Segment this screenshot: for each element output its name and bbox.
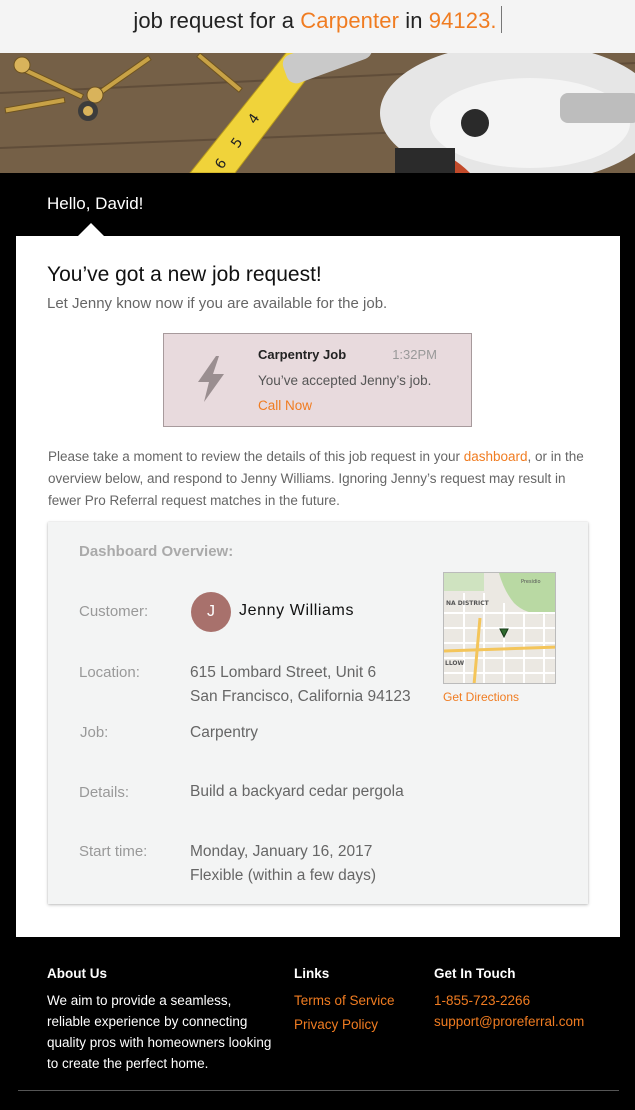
map-label-presidio: Presidio	[521, 579, 541, 585]
overview-title: Dashboard Overview:	[79, 543, 234, 560]
terms-of-service-link[interactable]: Terms of Service	[294, 990, 395, 1011]
email-link[interactable]: support@proreferral.com	[434, 1011, 584, 1032]
map-label-llow: LLOW	[445, 660, 465, 667]
avatar: J	[191, 592, 231, 632]
about-heading: About Us	[47, 966, 107, 981]
headline-prefix: job request for a	[133, 8, 301, 33]
get-directions-link[interactable]: Get Directions	[443, 690, 519, 704]
headline-zip: 94123.	[428, 8, 497, 33]
email-header: job request for a Carpenter in 94123.	[0, 0, 635, 53]
location-line-2: San Francisco, California 94123	[190, 688, 411, 705]
hero-tools-image: 4 5 6	[0, 53, 635, 173]
call-now-link[interactable]: Call Now	[258, 398, 312, 413]
details-value: Build a backyard cedar pergola	[190, 783, 404, 800]
footer-about: About Us We aim to provide a seamless, r…	[47, 966, 277, 1074]
greeting-pointer	[78, 223, 104, 236]
job-notification: Carpentry Job 1:32PM You’ve accepted Jen…	[163, 333, 472, 427]
greeting: Hello, David!	[47, 194, 144, 213]
text-cursor	[500, 6, 502, 33]
footer-links: Links Terms of Service Privacy Policy	[294, 966, 395, 1038]
card-subtitle: Let Jenny know now if you are available …	[47, 295, 388, 312]
privacy-policy-link[interactable]: Privacy Policy	[294, 1014, 395, 1035]
headline-trade: Carpenter	[300, 8, 399, 33]
review-paragraph: Please take a moment to review the detai…	[48, 446, 593, 512]
start-time-line-2: Flexible (within a few days)	[190, 867, 377, 884]
links-heading: Links	[294, 966, 330, 981]
card-title: You’ve got a new job request!	[47, 263, 322, 286]
location-label: Location:	[79, 664, 140, 681]
notification-job-title: Carpentry Job	[258, 347, 347, 362]
paragraph-text-start: Please take a moment to review the detai…	[48, 449, 464, 464]
lightning-bolt-icon	[192, 354, 232, 409]
customer-label: Customer:	[79, 603, 149, 620]
notification-time: 1:32PM	[392, 347, 437, 362]
headline-mid: in	[399, 8, 429, 33]
start-time-label: Start time:	[79, 843, 148, 860]
map-label-district: NA DISTRICT	[446, 600, 490, 607]
notification-message: You’ve accepted Jenny’s job.	[258, 373, 432, 388]
phone-link[interactable]: 1-855-723-2266	[434, 990, 584, 1011]
customer-name: Jenny Williams	[239, 602, 355, 619]
dashboard-overview: Dashboard Overview: Customer: J Jenny Wi…	[48, 522, 588, 904]
location-map[interactable]: Presidio NA DISTRICT LLOW	[443, 572, 556, 684]
start-time-line-1: Monday, January 16, 2017	[190, 843, 373, 860]
job-request-card: You’ve got a new job request! Let Jenny …	[16, 236, 620, 937]
about-text: We aim to provide a seamless, reliable e…	[47, 993, 272, 1071]
dashboard-link[interactable]: dashboard	[464, 449, 528, 464]
job-label: Job:	[80, 724, 109, 741]
headline: job request for a Carpenter in 94123.	[0, 6, 635, 34]
job-value: Carpentry	[190, 724, 259, 741]
location-line-1: 615 Lombard Street, Unit 6	[190, 664, 377, 681]
footer-divider	[18, 1090, 619, 1091]
footer-contact: Get In Touch 1-855-723-2266 support@pror…	[434, 966, 584, 1032]
contact-heading: Get In Touch	[434, 966, 516, 981]
details-label: Details:	[79, 784, 130, 801]
